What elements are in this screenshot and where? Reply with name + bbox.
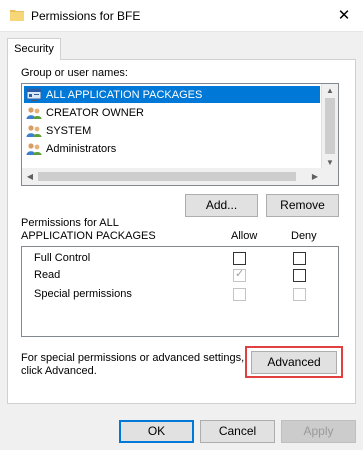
scroll-thumb[interactable] bbox=[38, 172, 296, 181]
ok-button[interactable]: OK bbox=[119, 420, 194, 443]
window-title: Permissions for BFE bbox=[31, 9, 141, 23]
special-permissions-allow-checkbox bbox=[233, 288, 246, 301]
scroll-thumb[interactable] bbox=[325, 98, 335, 154]
add-button[interactable]: Add... bbox=[185, 194, 258, 217]
advanced-hint-line2: click Advanced. bbox=[21, 365, 97, 377]
title-bar: Permissions for BFE ✕ bbox=[0, 0, 363, 32]
list-item[interactable]: CREATOR OWNER bbox=[24, 104, 320, 121]
permission-name: Special permissions bbox=[34, 288, 132, 300]
close-button[interactable]: ✕ bbox=[331, 4, 357, 28]
user-name: ALL APPLICATION PACKAGES bbox=[46, 88, 203, 101]
list-item[interactable]: ALL APPLICATION PACKAGES bbox=[24, 86, 320, 103]
read-deny-checkbox[interactable] bbox=[293, 269, 306, 282]
checkmark-icon: ✓ bbox=[235, 268, 245, 280]
special-permissions-deny-checkbox bbox=[293, 288, 306, 301]
folder-icon bbox=[10, 10, 24, 21]
user-list[interactable]: ALL APPLICATION PACKAGES CREATOR OWNER S… bbox=[21, 83, 339, 186]
tab-security[interactable]: Security bbox=[7, 38, 61, 60]
group-names-label: Group or user names: bbox=[21, 67, 128, 79]
cancel-button[interactable]: Cancel bbox=[200, 420, 275, 443]
user-name: CREATOR OWNER bbox=[46, 106, 144, 119]
apply-button[interactable]: Apply bbox=[281, 420, 356, 443]
advanced-button[interactable]: Advanced bbox=[251, 351, 337, 374]
deny-column-label: Deny bbox=[291, 230, 317, 242]
scroll-down-icon[interactable]: ▼ bbox=[322, 158, 338, 167]
read-allow-checkbox: ✓ bbox=[233, 268, 246, 282]
user-name: Administrators bbox=[46, 142, 117, 155]
permissions-header-line1: Permissions for ALL bbox=[21, 217, 119, 229]
list-item[interactable]: Administrators bbox=[24, 140, 320, 157]
scroll-left-icon[interactable]: ◀ bbox=[22, 172, 38, 181]
allow-column-label: Allow bbox=[231, 230, 258, 242]
remove-button[interactable]: Remove bbox=[266, 194, 339, 217]
permission-name: Full Control bbox=[34, 252, 91, 264]
user-group-icon bbox=[26, 106, 42, 119]
scroll-up-icon[interactable]: ▲ bbox=[322, 86, 338, 95]
user-group-icon bbox=[26, 142, 42, 155]
advanced-hint-line1: For special permissions or advanced sett… bbox=[21, 352, 245, 364]
user-group-icon bbox=[26, 124, 42, 137]
vertical-scrollbar[interactable]: ▲ ▼ bbox=[321, 84, 338, 169]
permissions-list: Full Control Read ✓ Special permissions bbox=[21, 246, 339, 337]
full-control-allow-checkbox[interactable] bbox=[233, 252, 246, 265]
permissions-header-line2: APPLICATION PACKAGES bbox=[21, 230, 156, 242]
user-name: SYSTEM bbox=[46, 124, 92, 137]
full-control-deny-checkbox[interactable] bbox=[293, 252, 306, 265]
permission-name: Read bbox=[34, 269, 61, 281]
scroll-corner bbox=[321, 168, 338, 185]
app-packages-icon bbox=[26, 88, 42, 101]
list-item[interactable]: SYSTEM bbox=[24, 122, 320, 139]
horizontal-scrollbar[interactable]: ◀ ▶ bbox=[22, 168, 323, 185]
